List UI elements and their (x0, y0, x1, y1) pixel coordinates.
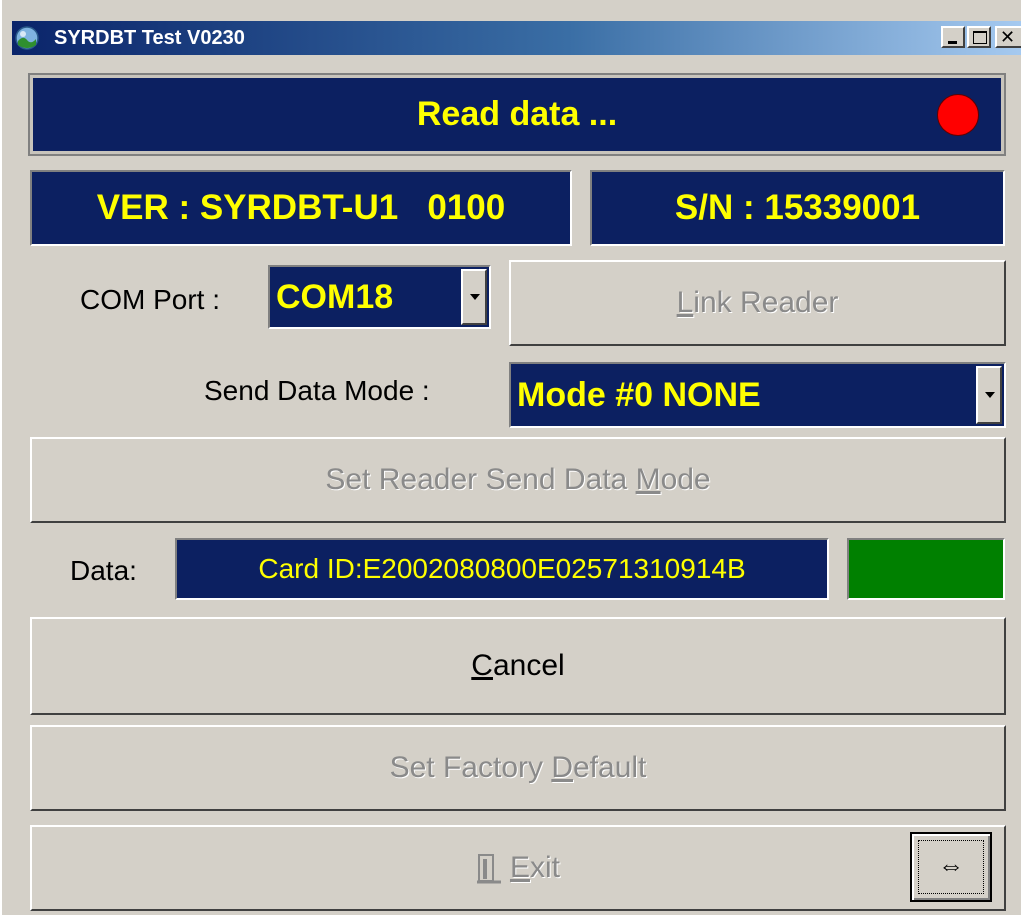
version-display: VER : SYRDBT-U1 0100 (30, 170, 572, 246)
com-port-label: COM Port : (80, 284, 221, 315)
exit-door-icon (476, 854, 501, 884)
window-title: SYRDBT Test V0230 (54, 27, 245, 49)
send-data-mode-label: Send Data Mode : (204, 375, 430, 406)
com-port-value: COM18 (276, 278, 394, 316)
send-data-mode-select[interactable]: Mode #0 NONE (509, 362, 1006, 428)
cancel-mnemonic: C (471, 649, 493, 682)
set-mode-label-prefix: Set Reader Send Data (325, 463, 636, 496)
data-label: Data: (70, 555, 137, 586)
exit-mnemonic: E (509, 851, 530, 884)
set-mode-label-rest: ode (660, 463, 711, 496)
maximize-button[interactable] (967, 26, 991, 48)
com-port-select[interactable]: COM18 (268, 265, 491, 329)
app-window: SYRDBT Test V0230 ✕ Read data ... VER : … (0, 0, 1021, 915)
send-data-mode-dropdown-button[interactable] (976, 366, 1002, 424)
expand-toggle-button[interactable]: ⇔ (910, 832, 992, 902)
status-indicator-led (937, 94, 979, 136)
card-data-display: Card ID:E2002080800E02571310914B (175, 538, 829, 600)
factory-mnemonic: D (551, 751, 573, 784)
status-panel: Read data ... (28, 73, 1006, 156)
exit-label-rest: xit (530, 851, 560, 884)
serial-number-display: S/N : 15339001 (590, 170, 1005, 246)
minimize-button[interactable] (941, 26, 965, 48)
set-mode-mnemonic: M (635, 463, 661, 496)
factory-label-rest: efault (573, 751, 647, 784)
focus-rectangle (918, 840, 984, 894)
maximize-icon (973, 31, 987, 44)
app-globe-icon (15, 26, 39, 50)
set-factory-default-button[interactable]: Set Factory Default (30, 725, 1006, 811)
minimize-icon (948, 41, 957, 44)
card-data-value: Card ID:E2002080800E02571310914B (258, 553, 746, 584)
read-status-indicator (847, 538, 1005, 600)
link-reader-mnemonic: L (676, 286, 694, 319)
exit-button[interactable]: Exit (30, 825, 1006, 911)
link-reader-label-rest: ink Reader (693, 286, 839, 319)
cancel-label-rest: ancel (492, 649, 565, 682)
com-port-dropdown-button[interactable] (461, 269, 487, 325)
cancel-button[interactable]: Cancel (30, 617, 1006, 715)
link-reader-button[interactable]: Link Reader (509, 260, 1006, 346)
close-button[interactable]: ✕ (995, 26, 1021, 48)
send-data-mode-value: Mode #0 NONE (517, 376, 761, 414)
status-text: Read data ... (416, 95, 618, 133)
set-send-data-mode-button[interactable]: Set Reader Send Data Mode (30, 437, 1006, 523)
factory-label-prefix: Set Factory (389, 751, 552, 784)
close-icon: ✕ (1000, 27, 1016, 47)
title-bar[interactable]: SYRDBT Test V0230 ✕ (12, 21, 1021, 55)
